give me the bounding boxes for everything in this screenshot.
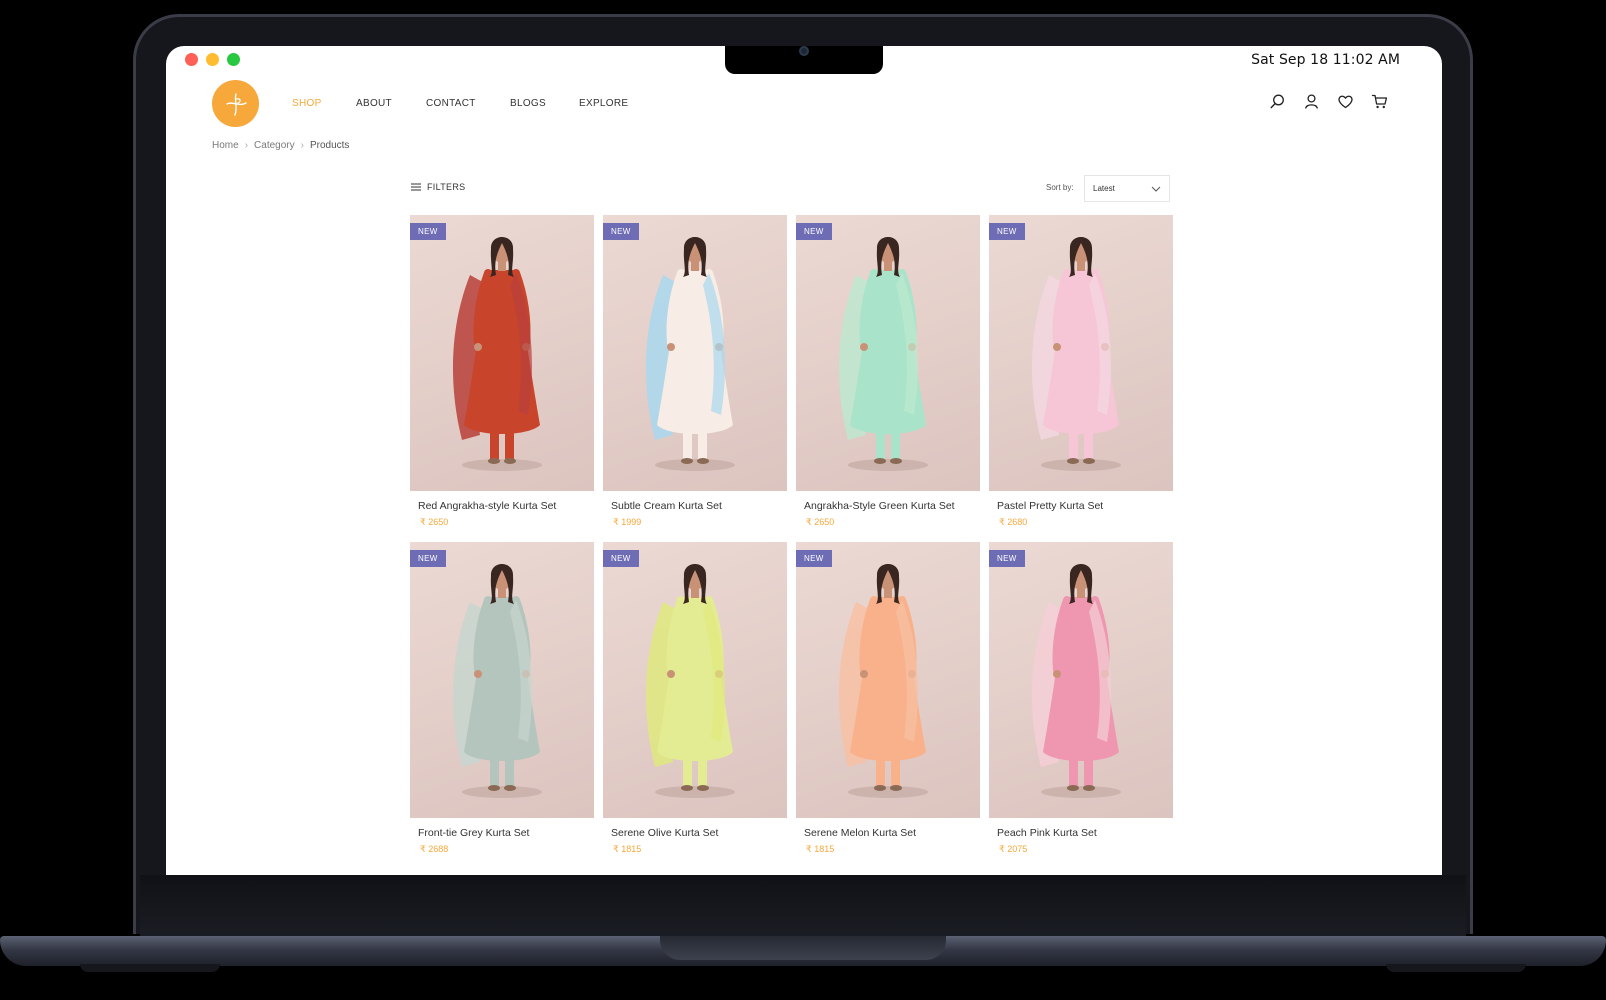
new-badge: NEW	[603, 223, 639, 240]
product-image[interactable]	[796, 215, 980, 491]
product-name[interactable]: Peach Pink Kurta Set	[989, 827, 1173, 839]
model-figure	[838, 237, 928, 471]
product-name[interactable]: Front-tie Grey Kurta Set	[410, 827, 594, 839]
breadcrumb-home[interactable]: Home	[212, 140, 239, 151]
sort-select[interactable]: Latest	[1084, 175, 1170, 202]
filters-button[interactable]: FILTERS	[411, 182, 465, 192]
sort-label: Sort by:	[1046, 183, 1074, 192]
screen: Sat Sep 18 11:02 AM SHOP ABOUT CONTACT B…	[166, 46, 1442, 875]
product-price: ₹ 2688	[420, 844, 449, 854]
filter-lines-icon	[411, 183, 421, 191]
model-figure	[1031, 564, 1121, 798]
nav-explore[interactable]: EXPLORE	[579, 98, 628, 109]
model-figure	[645, 237, 735, 471]
camera-notch	[725, 46, 883, 74]
nav-blogs[interactable]: BLOGS	[510, 98, 579, 109]
laptop-foot-left	[80, 964, 220, 972]
model-figure	[452, 564, 542, 798]
product-price: ₹ 2680	[999, 517, 1028, 527]
nav-contact[interactable]: CONTACT	[426, 98, 510, 109]
product-price: ₹ 1815	[806, 844, 835, 854]
close-window-button[interactable]	[185, 53, 198, 66]
chevron-right-icon: ›	[244, 140, 249, 151]
cart-icon[interactable]	[1371, 93, 1388, 110]
header-actions	[1269, 93, 1388, 110]
logo-mark-icon	[225, 92, 247, 116]
new-badge: NEW	[796, 550, 832, 567]
breadcrumb-category[interactable]: Category	[254, 140, 295, 151]
maximize-window-button[interactable]	[227, 53, 240, 66]
brand-logo[interactable]	[212, 80, 259, 127]
breadcrumb-current: Products	[309, 140, 350, 151]
laptop-foot-right	[1386, 964, 1526, 972]
product-card[interactable]: NEW Red Angrakha-style Kurta Set ₹ 2650	[410, 215, 594, 535]
chevron-right-icon: ›	[300, 140, 304, 151]
product-card[interactable]: NEW Serene Melon Kurta Set ₹ 1815	[796, 542, 980, 862]
new-badge: NEW	[603, 550, 639, 567]
menubar-clock: Sat Sep 18 11:02 AM	[1251, 52, 1400, 68]
product-card[interactable]: NEW Serene Olive Kurta Set ₹ 1815	[603, 542, 787, 862]
user-icon[interactable]	[1303, 93, 1320, 110]
product-image[interactable]	[410, 542, 594, 818]
product-image[interactable]	[603, 215, 787, 491]
product-name[interactable]: Subtle Cream Kurta Set	[603, 500, 787, 512]
product-price: ₹ 2650	[806, 517, 835, 527]
sort-value: Latest	[1093, 184, 1115, 193]
product-image[interactable]	[603, 542, 787, 818]
nav-shop[interactable]: SHOP	[292, 98, 356, 109]
heart-icon[interactable]	[1337, 93, 1354, 110]
product-name[interactable]: Pastel Pretty Kurta Set	[989, 500, 1173, 512]
minimize-window-button[interactable]	[206, 53, 219, 66]
product-card[interactable]: NEW Angrakha-Style Green Kurta Set ₹ 265…	[796, 215, 980, 535]
search-icon[interactable]	[1269, 93, 1286, 110]
model-figure	[838, 564, 928, 798]
nav-about[interactable]: ABOUT	[356, 98, 426, 109]
product-name[interactable]: Red Angrakha-style Kurta Set	[410, 500, 594, 512]
laptop-bezel	[140, 875, 1466, 937]
product-price: ₹ 1999	[613, 517, 642, 527]
breadcrumb: Home › Category › Products	[212, 140, 349, 151]
product-price: ₹ 1815	[613, 844, 642, 854]
product-name[interactable]: Serene Olive Kurta Set	[603, 827, 787, 839]
new-badge: NEW	[989, 223, 1025, 240]
model-figure	[452, 237, 542, 471]
product-name[interactable]: Angrakha-Style Green Kurta Set	[796, 500, 980, 512]
product-image[interactable]	[796, 542, 980, 818]
product-card[interactable]: NEW Subtle Cream Kurta Set ₹ 1999	[603, 215, 787, 535]
product-card[interactable]: NEW Front-tie Grey Kurta Set ₹ 2688	[410, 542, 594, 862]
product-image[interactable]	[989, 542, 1173, 818]
product-image[interactable]	[410, 215, 594, 491]
model-figure	[1031, 237, 1121, 471]
filters-label: FILTERS	[427, 182, 466, 192]
laptop-base-notch	[660, 936, 946, 960]
new-badge: NEW	[410, 550, 446, 567]
chevron-down-icon	[1151, 186, 1161, 192]
product-price: ₹ 2075	[999, 844, 1028, 854]
new-badge: NEW	[410, 223, 446, 240]
new-badge: NEW	[989, 550, 1025, 567]
product-price: ₹ 2650	[420, 517, 449, 527]
model-figure	[645, 564, 735, 798]
product-card[interactable]: NEW Peach Pink Kurta Set ₹ 2075	[989, 542, 1173, 862]
product-image[interactable]	[989, 215, 1173, 491]
product-name[interactable]: Serene Melon Kurta Set	[796, 827, 980, 839]
camera-icon	[799, 46, 809, 56]
main-nav: SHOP ABOUT CONTACT BLOGS EXPLORE	[292, 98, 628, 109]
product-card[interactable]: NEW Pastel Pretty Kurta Set ₹ 2680	[989, 215, 1173, 535]
new-badge: NEW	[796, 223, 832, 240]
